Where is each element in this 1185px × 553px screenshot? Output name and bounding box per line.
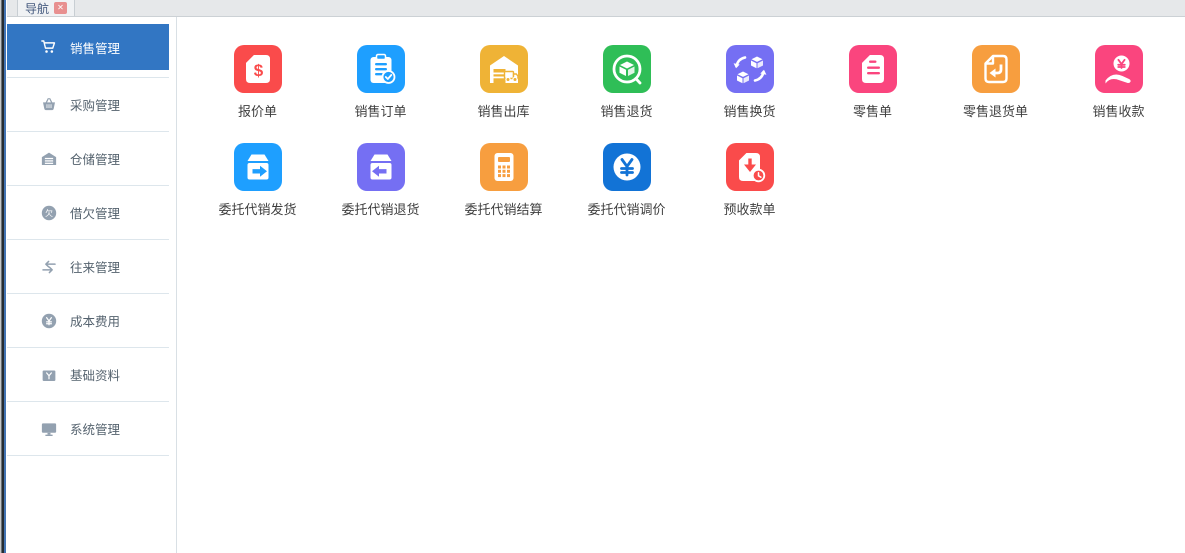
doc-return-icon: [972, 45, 1020, 93]
box-return-icon: [603, 45, 651, 93]
sidebar-item-label: 往来管理: [70, 257, 120, 276]
sidebar-item-label: 系统管理: [70, 419, 120, 438]
tab-label: 导航: [25, 0, 49, 17]
sidebar-item-label: 销售管理: [70, 38, 120, 57]
sidebar-item[interactable]: 采购管理: [7, 77, 169, 132]
app-tile[interactable]: 销售收款: [1057, 45, 1180, 120]
svg-text:$: $: [253, 61, 263, 80]
sidebar: 销售管理 采购管理 仓储管理 欠 借欠管理 往来管理 成本费用 基础资料 系统管…: [7, 17, 169, 553]
sidebar-item-label: 仓储管理: [70, 149, 120, 168]
doc-dollar-icon: $: [234, 45, 282, 93]
app-tile[interactable]: 零售单: [811, 45, 934, 120]
sidebar-item[interactable]: 销售管理: [7, 24, 169, 70]
app-tile-label: 销售订单: [354, 101, 406, 120]
app-tile-label: 销售收款: [1092, 101, 1144, 120]
app-tile[interactable]: 销售订单: [319, 45, 442, 120]
coin-yen-icon: [40, 312, 58, 330]
app-tile-label: 销售换货: [723, 101, 775, 120]
doc-lines-icon: [849, 45, 897, 93]
swap-arrows-icon: [40, 258, 58, 276]
monitor-icon: [40, 420, 58, 438]
main-content: $ 报价单 销售订单 销售出库 销售退货 销售换货 零售单 零售退货单 销售收款…: [176, 17, 1185, 553]
warehouse-truck-icon: [480, 45, 528, 93]
sidebar-item[interactable]: 往来管理: [7, 240, 169, 294]
app-tile[interactable]: 零售退货单: [934, 45, 1057, 120]
yen-circle-icon: [603, 143, 651, 191]
app-tile[interactable]: 销售出库: [442, 45, 565, 120]
app-tile-label: 销售退货: [600, 101, 652, 120]
sidebar-item[interactable]: 系统管理: [7, 402, 169, 456]
sidebar-item[interactable]: 仓储管理: [7, 132, 169, 186]
app-tile-label: 零售单: [853, 101, 892, 120]
svg-text:欠: 欠: [45, 207, 53, 217]
app-tile-label: 委托代销发货: [218, 199, 296, 218]
app-tile[interactable]: $ 报价单: [196, 45, 319, 120]
sidebar-item-label: 借欠管理: [70, 203, 120, 222]
sidebar-item[interactable]: 成本费用: [7, 294, 169, 348]
app-tile[interactable]: 委托代销调价: [565, 143, 688, 218]
app-tile-label: 销售出库: [477, 101, 529, 120]
warehouse-icon: [40, 150, 58, 168]
close-icon[interactable]: ✕: [54, 2, 67, 14]
app-tile-label: 委托代销结算: [464, 199, 542, 218]
app-tile[interactable]: 委托代销退货: [319, 143, 442, 218]
app-tile-label: 报价单: [238, 101, 277, 120]
sidebar-item-label: 采购管理: [70, 95, 120, 114]
app-tile-label: 委托代销退货: [341, 199, 419, 218]
tab-navigation[interactable]: 导航 ✕: [17, 0, 75, 16]
box-arrow-right-icon: [234, 143, 282, 191]
sidebar-item[interactable]: 欠 借欠管理: [7, 186, 169, 240]
clipboard-check-icon: [357, 45, 405, 93]
box-arrow-left-icon: [357, 143, 405, 191]
basket-icon: [40, 96, 58, 114]
app-tile[interactable]: 预收款单: [688, 143, 811, 218]
app-tile[interactable]: 委托代销发货: [196, 143, 319, 218]
app-tile[interactable]: 销售换货: [688, 45, 811, 120]
doc-down-clock-icon: [726, 143, 774, 191]
app-tile[interactable]: 销售退货: [565, 45, 688, 120]
app-tile-label: 委托代销调价: [587, 199, 665, 218]
tab-bar: 导航 ✕: [7, 0, 1185, 17]
cart-icon: [40, 38, 58, 56]
app-tile-label: 预收款单: [723, 199, 775, 218]
debt-circle-icon: 欠: [40, 204, 58, 222]
app-grid: $ 报价单 销售订单 销售出库 销售退货 销售换货 零售单 零售退货单 销售收款…: [196, 45, 1185, 218]
archive-box-icon: [40, 366, 58, 384]
boxes-swap-icon: [726, 45, 774, 93]
calculator-icon: [480, 143, 528, 191]
sidebar-item[interactable]: 基础资料: [7, 348, 169, 402]
window-edge: [0, 0, 7, 553]
sidebar-item-label: 成本费用: [70, 311, 120, 330]
app-tile-label: 零售退货单: [963, 101, 1028, 120]
app-tile[interactable]: 委托代销结算: [442, 143, 565, 218]
hand-coin-icon: [1095, 45, 1143, 93]
sidebar-item-label: 基础资料: [70, 365, 120, 384]
